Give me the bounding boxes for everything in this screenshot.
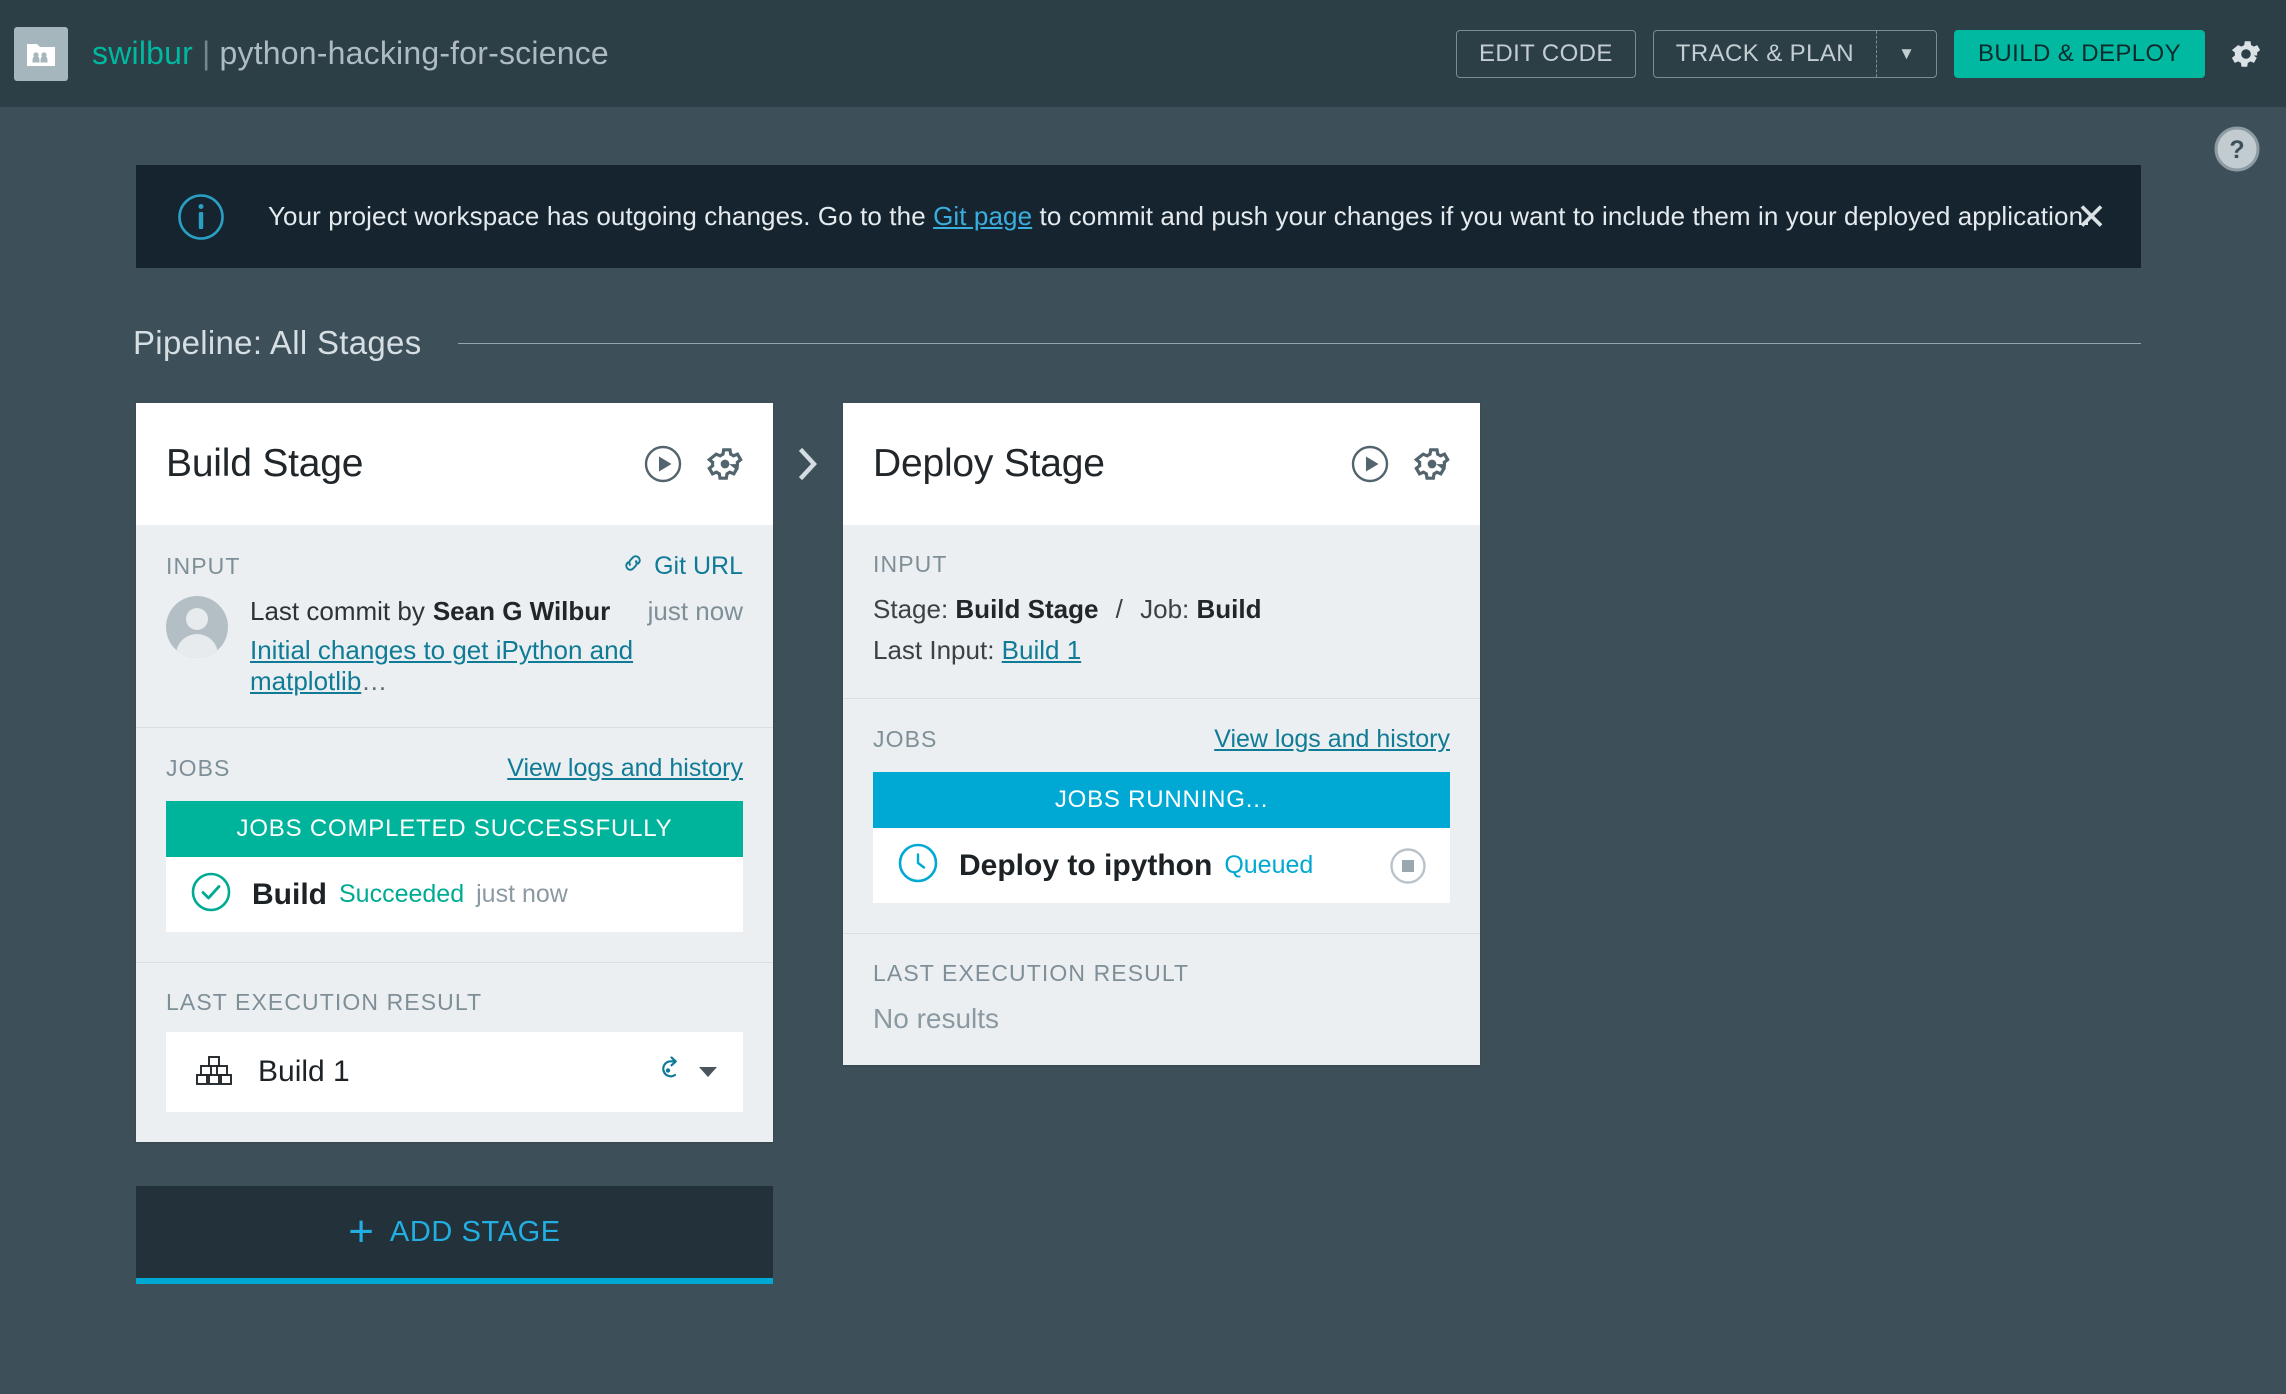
no-results-text: No results xyxy=(873,1003,1000,1035)
notification-text-before: Your project workspace has outgoing chan… xyxy=(268,201,934,231)
add-stage-label: ADD STAGE xyxy=(389,1215,561,1248)
chain-link-icon xyxy=(621,551,645,582)
stage-input-section: INPUT Git URL Last commit by Sean G Wilb… xyxy=(136,525,773,727)
jobs-status-bar: JOBS RUNNING... xyxy=(873,772,1450,829)
pipeline-stages: Build Stage INPUT Git URL Last commit by… xyxy=(136,403,1480,1142)
plus-icon: + xyxy=(348,1207,374,1256)
brand-project[interactable]: python-hacking-for-science xyxy=(220,35,609,71)
job-state: Queued xyxy=(1224,851,1314,880)
stage-connector xyxy=(773,403,843,492)
stage-result-section: LAST EXECUTION RESULT No results xyxy=(843,933,1480,1065)
gear-icon[interactable] xyxy=(705,444,745,484)
stage-result-section: LAST EXECUTION RESULT Build 1 xyxy=(136,962,773,1142)
stage-jobs-section: JOBS View logs and history JOBS COMPLETE… xyxy=(136,727,773,962)
stop-square-icon[interactable] xyxy=(1388,846,1428,886)
divider xyxy=(457,342,2141,344)
separator: / xyxy=(1115,594,1123,624)
play-circle-icon[interactable] xyxy=(643,444,683,484)
notification-text: Your project workspace has outgoing chan… xyxy=(268,201,2090,232)
top-bar: swilbur | python-hacking-for-science EDIT … xyxy=(0,0,2286,107)
commit-prefix: Last commit by xyxy=(250,596,425,626)
avatar xyxy=(166,596,228,658)
help-question-icon[interactable]: ? xyxy=(2212,124,2262,174)
job-name: Deploy to ipython xyxy=(959,848,1213,882)
last-execution-result-label: LAST EXECUTION RESULT xyxy=(166,989,483,1015)
stage-title: Deploy Stage xyxy=(873,442,1105,485)
git-url-link[interactable]: Git URL xyxy=(621,551,743,582)
stage-input-section: INPUT Stage: Build Stage / Job: Build La… xyxy=(843,525,1480,698)
gear-icon[interactable] xyxy=(2226,34,2266,74)
job-time: just now xyxy=(476,880,568,908)
chevron-down-icon[interactable] xyxy=(699,1067,717,1077)
view-logs-link[interactable]: View logs and history xyxy=(1214,725,1450,754)
add-stage-button[interactable]: + ADD STAGE xyxy=(136,1186,773,1284)
commit-info: Last commit by Sean G Wilbur just now In… xyxy=(166,596,743,697)
chevron-down-icon[interactable]: ▼ xyxy=(1875,30,1936,77)
jobs-label: JOBS xyxy=(166,755,231,781)
jobs-label: JOBS xyxy=(873,726,938,753)
job-row[interactable]: Build Succeeded just now xyxy=(166,857,743,932)
job-row[interactable]: Deploy to ipython Queued xyxy=(873,828,1450,904)
commit-message-ellipsis: … xyxy=(361,666,388,696)
jobs-status-bar: JOBS COMPLETED SUCCESSFULLY xyxy=(166,801,743,857)
job-state: Succeeded xyxy=(339,880,465,908)
build-and-deploy-button[interactable]: BUILD & DEPLOY xyxy=(1953,29,2205,78)
edit-code-button[interactable]: EDIT CODE xyxy=(1455,29,1636,78)
top-bar-actions: EDIT CODE TRACK & PLAN ▼ BUILD & DEPLOY xyxy=(1455,0,2266,107)
commit-author: Sean G Wilbur xyxy=(432,596,611,626)
git-url-label: Git URL xyxy=(654,552,743,580)
commit-message-text[interactable]: Initial changes to get iPython and matpl… xyxy=(250,635,633,696)
track-and-plan-split-button[interactable]: TRACK & PLAN ▼ xyxy=(1652,29,1937,78)
last-execution-result-label: LAST EXECUTION RESULT xyxy=(873,960,1190,987)
breadcrumb: swilbur | python-hacking-for-science xyxy=(92,35,609,72)
job-key: Job: xyxy=(1140,594,1190,624)
chevron-right-icon xyxy=(791,441,825,492)
gear-icon[interactable] xyxy=(1412,444,1452,484)
svg-text:?: ? xyxy=(2229,136,2244,164)
clock-circle-icon xyxy=(897,842,939,889)
git-page-link[interactable]: Git page xyxy=(933,201,1032,231)
page-title: Pipeline: All Stages xyxy=(133,324,422,361)
notification-text-after: to commit and push your changes if you w… xyxy=(1032,201,2091,231)
brand[interactable]: swilbur | python-hacking-for-science xyxy=(14,26,609,81)
input-label: INPUT xyxy=(873,551,948,577)
stage-header: Deploy Stage xyxy=(843,403,1480,525)
last-input-key: Last Input: xyxy=(873,635,995,666)
project-folder-icon xyxy=(14,26,68,81)
info-icon xyxy=(176,192,226,242)
stage-value: Build Stage xyxy=(955,594,1099,624)
input-last-input: Last Input: Build 1 xyxy=(873,633,1450,668)
input-stage-job: Stage: Build Stage / Job: Build xyxy=(873,592,1450,627)
pipeline-header: Pipeline: All Stages xyxy=(133,318,2141,368)
result-row[interactable]: Build 1 xyxy=(166,1032,743,1112)
stage-card-deploy: Deploy Stage INPUT Stage: Build Stage / … xyxy=(843,403,1480,1066)
stage-header: Build Stage xyxy=(136,403,773,525)
play-circle-icon[interactable] xyxy=(1350,444,1390,484)
rerun-arrow-icon[interactable] xyxy=(653,1053,687,1092)
build-blocks-icon xyxy=(192,1048,236,1097)
check-circle-icon xyxy=(190,871,232,918)
job-value: Build xyxy=(1196,594,1262,624)
last-input-link[interactable]: Build 1 xyxy=(1002,635,1082,665)
stage-card-build: Build Stage INPUT Git URL Last commit by… xyxy=(136,403,773,1142)
view-logs-link[interactable]: View logs and history xyxy=(507,754,743,783)
commit-time: just now xyxy=(647,596,743,626)
input-label: INPUT xyxy=(166,553,241,579)
track-and-plan-button[interactable]: TRACK & PLAN xyxy=(1654,31,1876,77)
stage-jobs-section: JOBS View logs and history JOBS RUNNING.… xyxy=(843,698,1480,933)
notification-banner: Your project workspace has outgoing chan… xyxy=(136,165,2141,268)
stage-key: Stage: xyxy=(873,594,949,624)
brand-org[interactable]: swilbur xyxy=(92,35,193,71)
close-icon[interactable]: ✕ xyxy=(2076,198,2107,235)
brand-separator: | xyxy=(201,35,211,71)
job-name: Build xyxy=(252,877,327,911)
commit-message[interactable]: Initial changes to get iPython and matpl… xyxy=(250,635,743,697)
result-name: Build 1 xyxy=(258,1055,350,1088)
stage-title: Build Stage xyxy=(166,442,364,485)
